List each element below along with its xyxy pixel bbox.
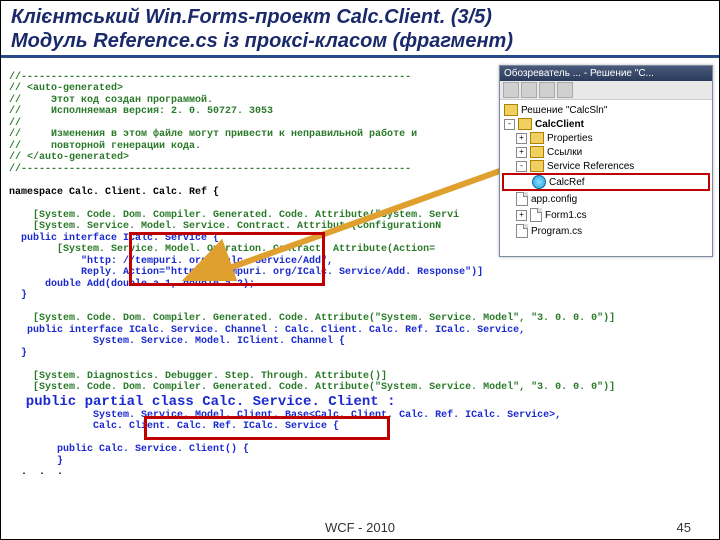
title-text: Клієнтський: [11, 6, 145, 28]
code-ellipsis: . . .: [9, 467, 63, 478]
code-classname: class Calc. Service. Client: [152, 394, 379, 410]
code-base: System. Service. Model. Client. Base<Cal…: [9, 410, 561, 421]
toolbar-button[interactable]: [521, 82, 537, 98]
tree-form1[interactable]: + Form1.cs: [502, 207, 710, 223]
tree-label: Service References: [547, 161, 634, 172]
expander-icon[interactable]: -: [504, 119, 515, 130]
code-comment: // Изменения в этом файле могут привести…: [9, 129, 417, 140]
expander-icon[interactable]: +: [516, 133, 527, 144]
code-interface: public interface: [9, 233, 123, 244]
code-class-decl: public partial: [9, 394, 152, 410]
code-brace: }: [9, 456, 63, 467]
footer-center: WCF - 2010: [325, 520, 395, 535]
code-attribute: [System. Code. Dom. Compiler. Generated.…: [9, 382, 615, 393]
solution-icon: [504, 104, 518, 116]
code-string: "http: //tempuri. org/ICalc. Service/Add…: [9, 256, 333, 267]
file-icon: [516, 192, 528, 206]
code-brace: {: [207, 233, 219, 244]
tree-label: Properties: [547, 133, 593, 144]
code-comment: // Исполняемая версия: 2. 0. 50727. 3053: [9, 106, 273, 117]
title-text: Модуль: [11, 30, 93, 52]
code-string: Reply. Action="http: //tempuri. org/ICal…: [9, 267, 483, 278]
tree-program[interactable]: Program.cs: [502, 223, 710, 239]
slide-footer: WCF - 2010 45: [1, 520, 719, 535]
tree-appconfig[interactable]: app.config: [502, 191, 710, 207]
code-comment: // <auto-generated>: [9, 83, 123, 94]
tree-label: Решение "CalcSln": [521, 105, 607, 116]
tree-solution[interactable]: Решение "CalcSln": [502, 103, 710, 117]
code-attribute: [System. Diagnostics. Debugger. Step. Th…: [9, 371, 387, 382]
code-comment: //: [9, 118, 21, 129]
code-typename: ICalc. Service: [123, 233, 207, 244]
code-attribute: [System. Service. Model. Service. Contra…: [9, 221, 441, 232]
code-attribute: [System. Code. Dom. Compiler. Generated.…: [9, 210, 459, 221]
title-text: (3/5): [445, 6, 492, 28]
code-comment: // Этот код создан программой.: [9, 95, 213, 106]
code-interface: public interface ICalc. Service. Channel…: [9, 325, 525, 336]
expander-icon[interactable]: +: [516, 210, 527, 221]
code-brace: }: [9, 290, 27, 301]
code-comment: //--------------------------------------…: [9, 72, 411, 83]
solution-explorer-panel: Обозреватель ... - Решение "C... Решение…: [499, 65, 713, 257]
code-comment: // </auto-generated>: [9, 152, 129, 163]
title-keyword: Win.Forms: [145, 6, 248, 28]
tree-project[interactable]: - CalcClient: [502, 117, 710, 131]
service-ref-icon: [532, 175, 546, 189]
title-text: із проксі-класом (фрагмент): [218, 30, 513, 52]
tree-label: Ссылки: [547, 147, 582, 158]
explorer-toolbar: [500, 81, 712, 100]
solution-explorer-title: Обозреватель ... - Решение "C...: [500, 66, 712, 81]
tree-properties[interactable]: + Properties: [502, 131, 710, 145]
code-comment: //--------------------------------------…: [9, 164, 411, 175]
toolbar-button[interactable]: [503, 82, 519, 98]
toolbar-button[interactable]: [539, 82, 555, 98]
title-text: -проект: [248, 6, 336, 28]
tree-calcref[interactable]: CalcRef: [502, 173, 710, 191]
title-keyword: Reference.cs: [93, 30, 218, 52]
folder-icon: [530, 132, 544, 144]
tree-label: Program.cs: [531, 226, 582, 237]
code-attribute: [System. Code. Dom. Compiler. Generated.…: [9, 313, 615, 324]
folder-icon: [530, 160, 544, 172]
file-icon: [530, 208, 542, 222]
expander-icon[interactable]: -: [516, 161, 527, 172]
toolbar-button[interactable]: [557, 82, 573, 98]
tree-references[interactable]: + Ссылки: [502, 145, 710, 159]
code-colon: :: [379, 394, 396, 410]
code-interface: System. Service. Model. IClient. Channel…: [9, 336, 345, 347]
code-ctor: public Calc. Service. Client() {: [9, 444, 249, 455]
expander-icon[interactable]: +: [516, 147, 527, 158]
title-keyword: Calc.Client.: [336, 6, 445, 28]
code-namespace: namespace Calc. Client. Calc. Ref {: [9, 187, 219, 198]
slide-title: Клієнтський Win.Forms-проект Calc.Client…: [1, 1, 719, 58]
solution-tree: Решение "CalcSln" - CalcClient + Propertie…: [500, 100, 712, 242]
project-icon: [518, 118, 532, 130]
page-number: 45: [677, 520, 691, 535]
tree-service-references[interactable]: - Service References: [502, 159, 710, 173]
file-icon: [516, 224, 528, 238]
code-brace: }: [9, 348, 27, 359]
tree-label: app.config: [531, 194, 577, 205]
folder-icon: [530, 146, 544, 158]
code-comment: // повторной генерации кода.: [9, 141, 201, 152]
code-method: double Add(double a 1, double a 2);: [9, 279, 255, 290]
tree-label: CalcClient: [535, 119, 584, 130]
code-base: Calc. Client. Calc. Ref. ICalc. Service …: [9, 421, 339, 432]
tree-label: Form1.cs: [545, 210, 587, 221]
tree-label: CalcRef: [549, 177, 585, 188]
code-attribute: [System. Service. Model. Operation. Cont…: [9, 244, 435, 255]
